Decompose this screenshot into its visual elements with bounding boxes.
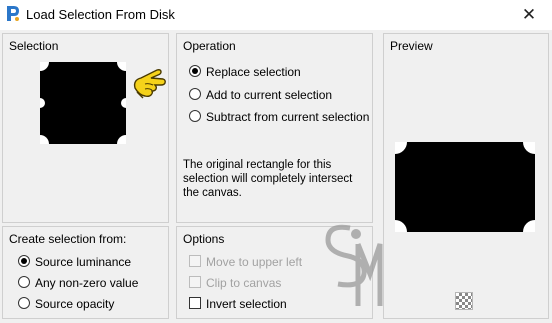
selection-thumbnail	[40, 62, 126, 144]
radio-button[interactable]	[18, 255, 30, 267]
checkbox[interactable]	[189, 255, 201, 267]
radio-button[interactable]	[189, 65, 201, 77]
checkbox-label: Move to upper left	[206, 255, 303, 269]
radio-label: Source luminance	[35, 255, 132, 269]
checkbox-label: Invert selection	[206, 297, 287, 311]
operation-panel-label: Operation	[183, 39, 236, 53]
checkbox[interactable]	[189, 297, 201, 309]
create-selection-panel-label: Create selection from:	[9, 232, 127, 246]
checkbox[interactable]	[189, 276, 201, 288]
window-title: Load Selection From Disk	[26, 7, 175, 22]
selection-panel-label: Selection	[9, 39, 59, 53]
radio-label: Replace selection	[206, 65, 301, 79]
preview-selection-shape	[395, 142, 535, 232]
radio-label: Source opacity	[35, 297, 115, 311]
radio-button[interactable]	[189, 110, 201, 122]
radio-button[interactable]	[18, 297, 30, 309]
radio-label: Add to current selection	[206, 88, 333, 102]
radio-button[interactable]	[189, 88, 201, 100]
radio-button[interactable]	[18, 276, 30, 288]
close-icon: ✕	[521, 5, 537, 24]
radio-label: Subtract from current selection	[206, 110, 370, 124]
radio-label: Any non-zero value	[35, 276, 139, 290]
preview-panel-label: Preview	[390, 39, 433, 53]
title-bar: Load Selection From Disk ✕	[0, 0, 552, 30]
options-panel-label: Options	[183, 232, 225, 246]
checkbox-label: Clip to canvas	[206, 276, 282, 290]
preview-image	[395, 142, 535, 232]
pointing-hand-icon	[133, 69, 166, 99]
close-button[interactable]: ✕	[506, 0, 552, 30]
operation-note: The original rectangle for this selectio…	[183, 159, 353, 199]
selection-shape	[40, 62, 126, 144]
transparency-checker-icon[interactable]	[455, 292, 473, 310]
app-icon	[7, 6, 19, 21]
watermark-logo	[325, 224, 383, 306]
